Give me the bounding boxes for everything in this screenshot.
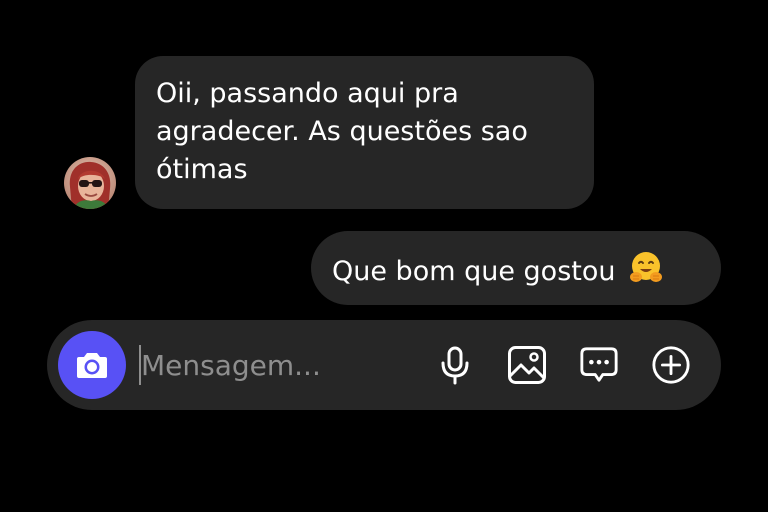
sticker-button[interactable] xyxy=(579,345,619,385)
incoming-message-bubble[interactable]: Oii, passando aqui pra agradecer. As que… xyxy=(135,56,594,209)
message-composer xyxy=(47,320,721,410)
microphone-icon xyxy=(441,346,469,385)
contact-avatar[interactable] xyxy=(64,157,116,209)
microphone-button[interactable] xyxy=(435,345,475,385)
sticker-message-icon xyxy=(580,347,618,382)
camera-icon xyxy=(77,353,107,378)
hugging-face-emoji-icon xyxy=(628,249,664,296)
outgoing-message-bubble[interactable]: Que bom que gostou xyxy=(311,231,721,305)
outgoing-message-text: Que bom que gostou xyxy=(332,256,616,287)
camera-button[interactable] xyxy=(58,331,126,399)
chat-screen: Oii, passando aqui pra agradecer. As que… xyxy=(0,0,768,512)
avatar-image xyxy=(64,157,116,209)
add-button[interactable] xyxy=(651,345,691,385)
incoming-message-text: Oii, passando aqui pra agradecer. As que… xyxy=(156,78,528,185)
message-input[interactable] xyxy=(141,344,411,386)
gallery-button[interactable] xyxy=(507,345,547,385)
image-icon xyxy=(508,346,546,384)
plus-circle-icon xyxy=(652,346,690,384)
